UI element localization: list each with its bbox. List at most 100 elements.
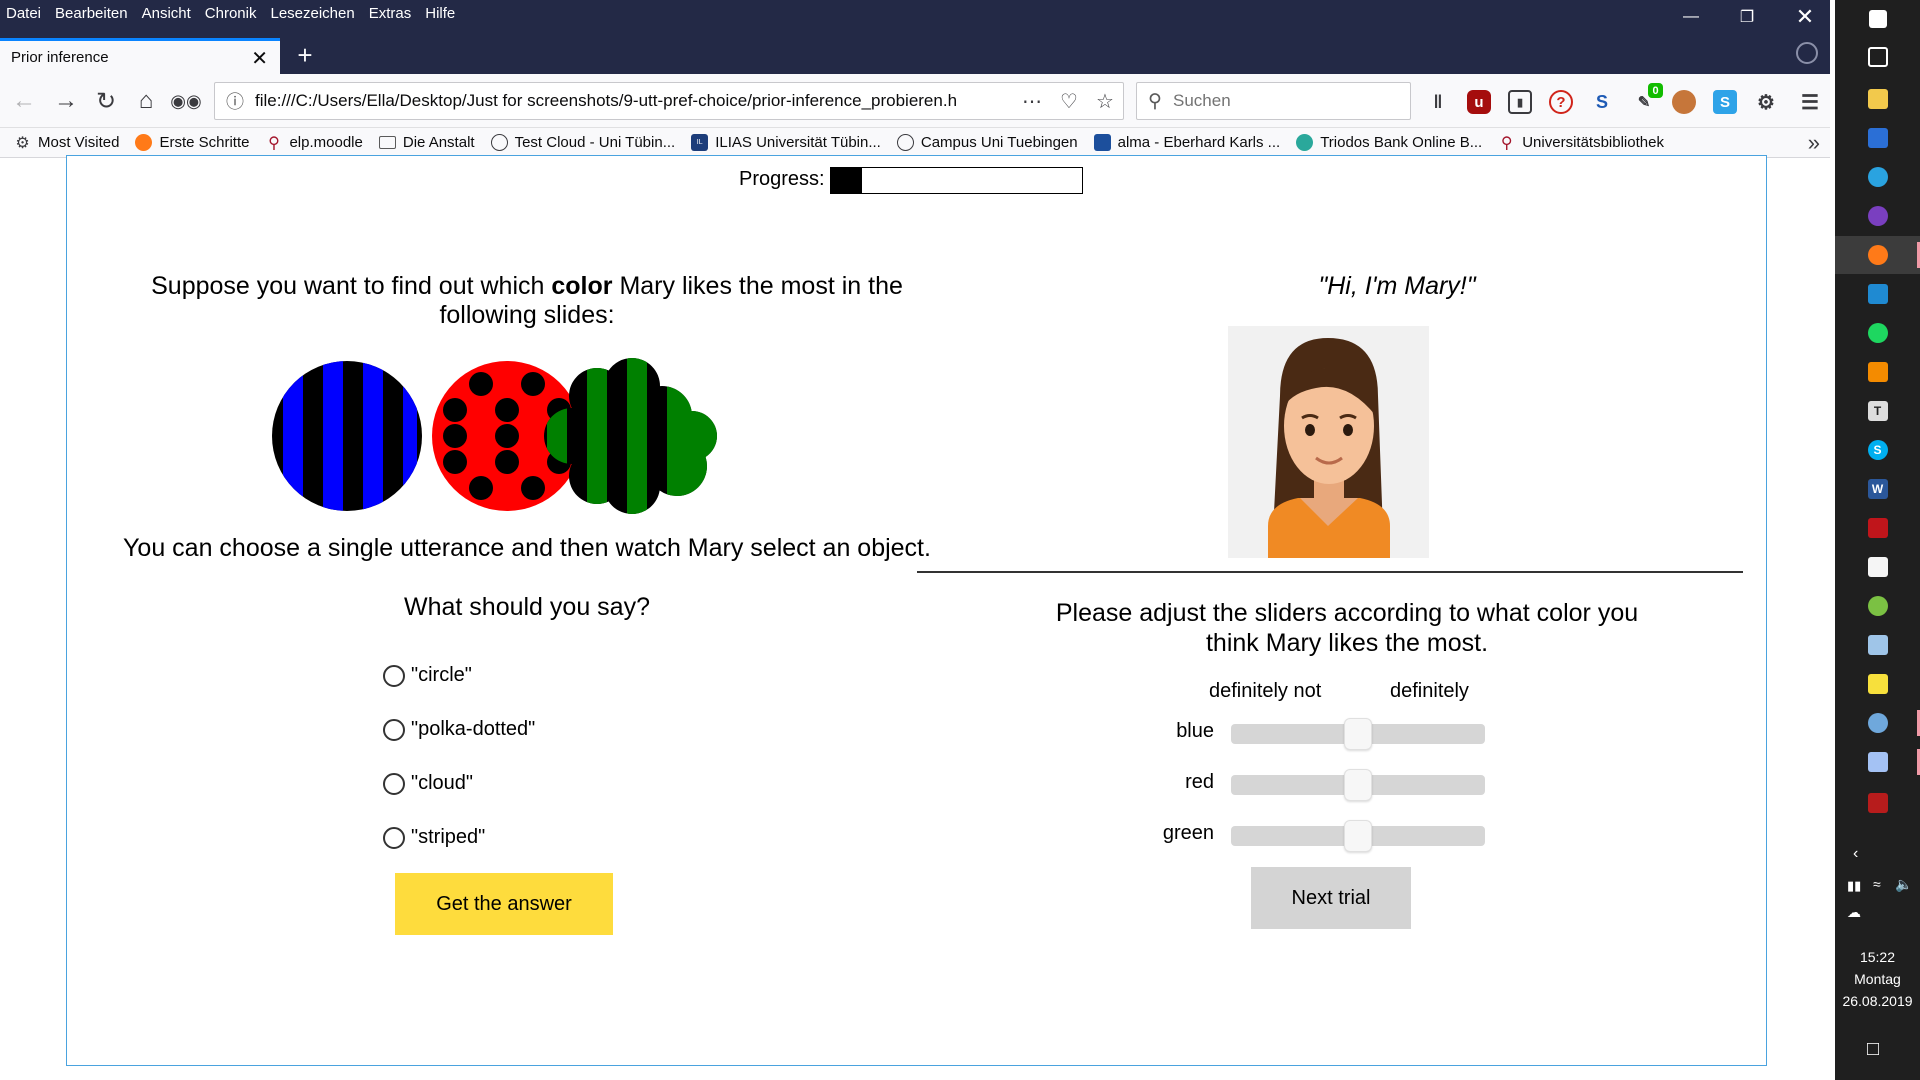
battery-icon[interactable]: ▮▮ <box>1847 878 1861 894</box>
scale-high-label: definitely <box>1390 680 1469 702</box>
app-pdf-icon[interactable] <box>1835 784 1920 822</box>
skype-icon[interactable]: S <box>1713 90 1737 114</box>
bookmark-elp-moodle[interactable]: ⚲ elp.moodle <box>265 134 363 152</box>
forward-icon[interactable]: → <box>48 84 84 118</box>
container-icon[interactable] <box>1796 42 1818 64</box>
settings-gear-icon[interactable]: ⚙ <box>1754 90 1778 114</box>
sidebar-icon[interactable]: ▮ <box>1508 90 1532 114</box>
skype-taskbar-icon[interactable]: S <box>1835 431 1920 469</box>
bookmark-unibib[interactable]: ⚲ Universitätsbibliothek <box>1498 134 1664 152</box>
menu-ansicht[interactable]: Ansicht <box>142 5 191 22</box>
bookmark-ilias[interactable]: IL ILIAS Universität Tübin... <box>691 134 881 151</box>
url-bar[interactable]: ⓘ file:///C:/Users/Ella/Desktop/Just for… <box>214 82 1124 120</box>
windows-start-icon[interactable] <box>1835 0 1920 38</box>
texmaker-icon[interactable]: T <box>1835 392 1920 430</box>
search-placeholder: Suchen <box>1173 91 1231 110</box>
radio-button[interactable] <box>383 772 405 795</box>
sticky-notes-icon[interactable] <box>1835 665 1920 703</box>
bookmark-die-anstalt[interactable]: Die Anstalt <box>378 134 475 151</box>
telegram-icon[interactable] <box>1835 158 1920 196</box>
firefox-icon <box>135 134 153 151</box>
ilias-icon: IL <box>691 134 709 151</box>
app-red-icon[interactable] <box>1835 509 1920 547</box>
readability-icon[interactable]: ? <box>1549 90 1573 114</box>
choose-text: You can choose a single utterance and th… <box>123 534 931 562</box>
menu-extras[interactable]: Extras <box>369 5 412 22</box>
slider-red[interactable] <box>1231 769 1485 801</box>
url-text[interactable]: file:///C:/Users/Ella/Desktop/Just for s… <box>255 91 1013 111</box>
word-icon[interactable]: W <box>1835 470 1920 508</box>
slider-thumb[interactable] <box>1344 769 1372 801</box>
app-green-icon[interactable] <box>1835 587 1920 625</box>
bookmark-triodos[interactable]: Triodos Bank Online B... <box>1296 134 1482 151</box>
menu-datei[interactable]: Datei <box>6 5 41 22</box>
get-answer-button[interactable]: Get the answer <box>395 873 613 935</box>
tray-expand-icon[interactable]: ‹ <box>1853 845 1858 863</box>
navigation-toolbar: ← → ↻ ⌂ ◉◉ ⓘ file:///C:/Users/Ella/Deskt… <box>0 74 1830 128</box>
action-center-icon[interactable]: □ <box>1867 1038 1879 1061</box>
app-blue-icon[interactable] <box>1835 704 1920 742</box>
pocket-icon[interactable]: ♡ <box>1060 89 1078 114</box>
page-actions-icon[interactable]: ⋯ <box>1022 89 1042 114</box>
mute-icon[interactable]: 🔈 <box>1895 876 1912 893</box>
home-icon[interactable]: ⌂ <box>128 84 164 118</box>
library-icon[interactable]: ‖ <box>1426 90 1450 114</box>
task-view-icon[interactable] <box>1835 38 1920 76</box>
onedrive-icon[interactable]: ☁ <box>1847 904 1861 921</box>
slider-thumb[interactable] <box>1344 820 1372 852</box>
option-cloud[interactable]: "cloud" <box>383 772 473 795</box>
slider-thumb[interactable] <box>1344 718 1372 750</box>
hamburger-menu-icon[interactable]: ☰ <box>1798 90 1822 114</box>
cookie-icon[interactable] <box>1672 90 1696 114</box>
search-bar[interactable]: ⚲ Suchen <box>1136 82 1411 120</box>
reload-icon[interactable]: ↻ <box>88 84 124 118</box>
bookmark-most-visited[interactable]: ⚙ Most Visited <box>14 134 119 152</box>
vlc-icon[interactable] <box>1835 353 1920 391</box>
radio-button[interactable] <box>383 826 405 849</box>
taskbar-clock[interactable]: 15:22 Montag 26.08.2019 <box>1835 946 1920 1012</box>
mary-quote: "Hi, I'm Mary!" <box>1318 272 1476 300</box>
option-polka-dotted[interactable]: "polka-dotted" <box>383 718 535 741</box>
sliders-prompt: Please adjust the sliders according to w… <box>1055 599 1639 657</box>
image-viewer-icon[interactable] <box>1835 626 1920 664</box>
bookmark-campus[interactable]: Campus Uni Tuebingen <box>896 134 1078 151</box>
new-tab-icon[interactable]: + <box>290 40 320 70</box>
slider-green[interactable] <box>1231 820 1485 852</box>
clock-day: Montag <box>1854 971 1901 987</box>
slider-blue[interactable] <box>1231 718 1485 750</box>
menu-chronik[interactable]: Chronik <box>205 5 257 22</box>
gear-icon: ⚙ <box>15 134 30 152</box>
tab-prior-inference[interactable]: Prior inference ✕ <box>0 38 280 74</box>
back-icon[interactable]: ← <box>6 84 42 118</box>
tab-close-icon[interactable]: ✕ <box>251 46 268 71</box>
bookmark-erste-schritte[interactable]: Erste Schritte <box>135 134 249 151</box>
bookmarks-overflow-icon[interactable]: » <box>1808 130 1820 156</box>
bookmark-test-cloud[interactable]: Test Cloud - Uni Tübin... <box>490 134 675 151</box>
progress-bar <box>830 167 1083 194</box>
option-striped[interactable]: "striped" <box>383 826 485 849</box>
document-icon[interactable] <box>1835 548 1920 586</box>
bookmark-alma[interactable]: alma - Eberhard Karls ... <box>1093 134 1280 151</box>
radio-button[interactable] <box>383 718 405 741</box>
spotify-icon[interactable] <box>1835 314 1920 352</box>
progress-label: Progress: <box>739 168 825 190</box>
bookmark-star-icon[interactable]: ☆ <box>1096 89 1114 114</box>
firefox-taskbar-icon[interactable] <box>1835 236 1920 274</box>
s-extension-icon[interactable]: S <box>1590 90 1614 114</box>
private-mask-icon[interactable]: ◉◉ <box>168 84 204 118</box>
scale-low-label: definitely not <box>1209 680 1322 702</box>
ublock-icon[interactable]: u <box>1467 90 1491 114</box>
mail-app-icon[interactable] <box>1835 119 1920 157</box>
file-explorer-icon[interactable] <box>1835 80 1920 118</box>
option-circle[interactable]: "circle" <box>383 664 472 687</box>
next-trial-button[interactable]: Next trial <box>1251 867 1411 929</box>
wifi-icon[interactable]: ≈ <box>1873 876 1881 892</box>
vscode-icon[interactable] <box>1835 275 1920 313</box>
page-info-icon[interactable]: ⓘ <box>215 88 255 114</box>
app-pages-icon[interactable] <box>1835 743 1920 781</box>
tor-browser-icon[interactable] <box>1835 197 1920 235</box>
menu-bearbeiten[interactable]: Bearbeiten <box>55 5 128 22</box>
menu-lesezeichen[interactable]: Lesezeichen <box>270 5 354 22</box>
menu-hilfe[interactable]: Hilfe <box>425 5 455 22</box>
radio-button[interactable] <box>383 664 405 687</box>
